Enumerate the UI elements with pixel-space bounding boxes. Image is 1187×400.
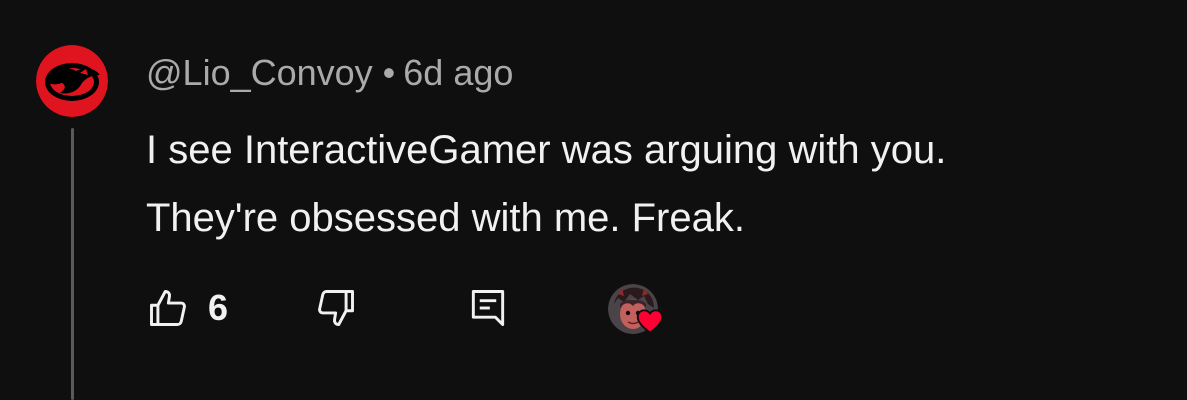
heart-icon bbox=[636, 309, 664, 334]
comment-text-line: I see InteractiveGamer was arguing with … bbox=[146, 128, 947, 172]
comment-text-line: They're obsessed with me. Freak. bbox=[146, 196, 745, 240]
comment-thread: @Lio_Convoy • 6d ago I see InteractiveGame… bbox=[0, 0, 1187, 400]
thumbs-up-icon bbox=[150, 290, 186, 326]
comment-text: I see InteractiveGamer was arguing with … bbox=[146, 116, 1176, 252]
thundercats-logo-icon bbox=[36, 45, 108, 117]
like-button[interactable]: 6 bbox=[146, 286, 228, 330]
creator-avatar bbox=[608, 284, 664, 334]
comment-reply-icon bbox=[471, 290, 505, 326]
separator-dot: • bbox=[382, 52, 396, 93]
author-handle[interactable]: @Lio_Convoy bbox=[146, 52, 373, 93]
timestamp[interactable]: 6d ago bbox=[403, 52, 513, 93]
author-avatar[interactable] bbox=[36, 45, 108, 117]
thread-line bbox=[71, 128, 74, 400]
dislike-button[interactable] bbox=[314, 286, 358, 330]
like-count: 6 bbox=[208, 287, 229, 328]
creator-heart-badge[interactable] bbox=[608, 284, 664, 334]
comment-header: @Lio_Convoy • 6d ago bbox=[146, 50, 513, 96]
reply-button[interactable] bbox=[466, 286, 510, 330]
thumbs-down-icon bbox=[318, 290, 354, 326]
